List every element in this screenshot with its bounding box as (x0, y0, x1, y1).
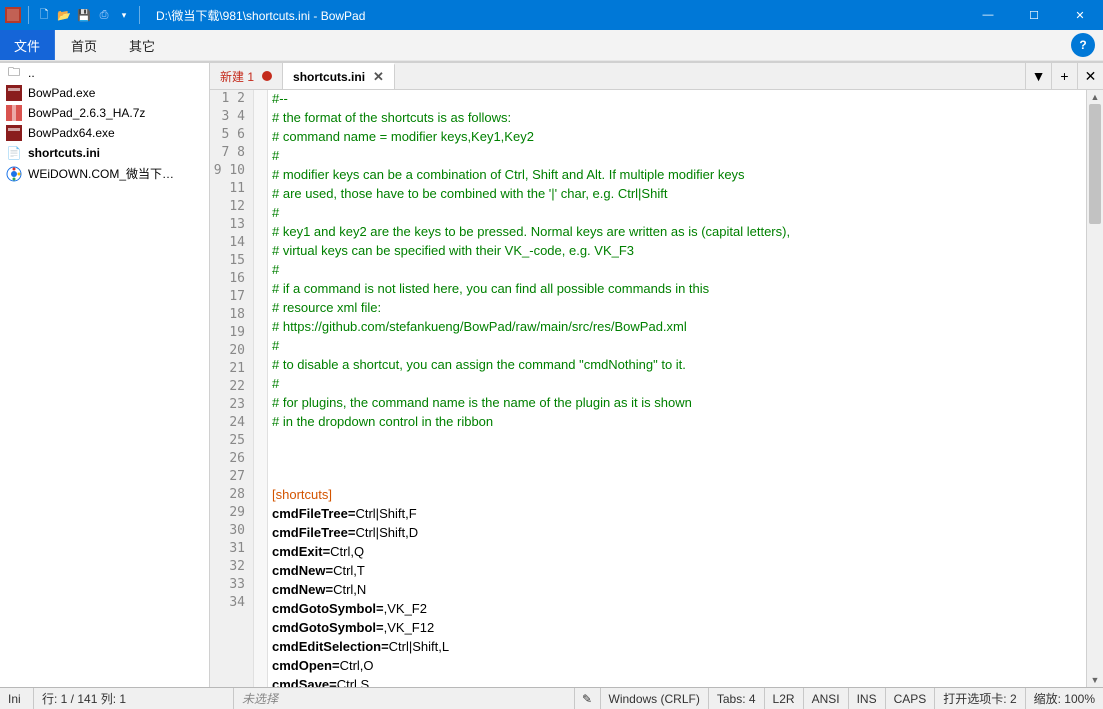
close-tab-button[interactable]: ✕ (1077, 63, 1103, 89)
status-open-tabs: 打开选项卡: 2 (935, 688, 1025, 709)
scroll-up-icon[interactable]: ▲ (1087, 90, 1103, 104)
tab-close-icon[interactable]: ✕ (373, 69, 384, 85)
file-tree-label: BowPad.exe (28, 86, 95, 100)
main-area: 🗀.. BowPad.exe BowPad_2.6.3_HA.7z BowPadx64… (0, 62, 1103, 687)
titlebar: 🗋 📂 💾 ⎙ ▾ D:\微当下载\981\shortcuts.ini - Bo… (0, 0, 1103, 30)
tab-strip: 新建 1 shortcuts.ini ✕ ▼ + ✕ (210, 63, 1103, 90)
status-brush-icon[interactable]: ✎ (575, 688, 601, 709)
status-selection: 未选择 (234, 688, 575, 709)
scroll-thumb[interactable] (1089, 104, 1101, 224)
file-tree-item[interactable]: WEiDOWN.COM_微当下… (0, 163, 209, 184)
file-tree-label: .. (28, 66, 35, 80)
minimize-button[interactable]: — (965, 0, 1011, 30)
qat-open-icon[interactable]: 📂 (55, 6, 73, 24)
file-tree-label: BowPad_2.6.3_HA.7z (28, 106, 145, 120)
status-bar: Ini 行: 1 / 141 列: 1 未选择 ✎ Windows (CRLF)… (0, 687, 1103, 709)
file-tree-item[interactable]: 🗀.. (0, 63, 209, 83)
file-tree-label: BowPadx64.exe (28, 126, 115, 140)
window-controls: — ☐ ✕ (965, 0, 1103, 30)
status-encoding[interactable]: ANSI (804, 688, 849, 709)
separator (28, 6, 29, 24)
vertical-scrollbar[interactable]: ▲ ▼ (1086, 90, 1103, 687)
line-number-gutter: 1 2 3 4 5 6 7 8 9 10 11 12 13 14 15 16 1… (210, 90, 254, 687)
status-caps: CAPS (886, 688, 936, 709)
url-icon (6, 166, 22, 182)
window-title: D:\微当下载\981\shortcuts.ini - BowPad (156, 7, 965, 24)
tab-shortcuts-ini[interactable]: shortcuts.ini ✕ (283, 63, 395, 89)
tab-label: 新建 1 (220, 68, 254, 85)
tab-label: shortcuts.ini (293, 70, 365, 84)
file-tree-item[interactable]: BowPad.exe (0, 83, 209, 103)
code-editor[interactable]: 1 2 3 4 5 6 7 8 9 10 11 12 13 14 15 16 1… (210, 90, 1103, 687)
file-tree-item[interactable]: BowPad_2.6.3_HA.7z (0, 103, 209, 123)
help-button[interactable]: ? (1071, 33, 1095, 57)
qat-save-icon[interactable]: 💾 (75, 6, 93, 24)
modified-dot-icon (262, 71, 272, 81)
ribbon-bar: 文件 首页 其它 ? (0, 30, 1103, 60)
zip-icon (6, 105, 22, 121)
file-tree-label: shortcuts.ini (28, 146, 100, 160)
qat-dropdown-icon[interactable]: ▾ (115, 6, 133, 24)
folder-up-icon: 🗀 (6, 65, 22, 81)
status-position: 行: 1 / 141 列: 1 (34, 688, 234, 709)
qat-new-icon[interactable]: 🗋 (35, 6, 53, 24)
code-content[interactable]: #-- # the format of the shortcuts is as … (268, 90, 1086, 687)
fold-gutter (254, 90, 268, 687)
close-button[interactable]: ✕ (1057, 0, 1103, 30)
quick-access-toolbar: 🗋 📂 💾 ⎙ ▾ (0, 6, 148, 24)
maximize-button[interactable]: ☐ (1011, 0, 1057, 30)
qat-saveall-icon[interactable]: ⎙ (95, 6, 113, 24)
file-tree-label: WEiDOWN.COM_微当下… (28, 165, 174, 182)
status-insert-mode[interactable]: INS (849, 688, 886, 709)
app-icon (4, 6, 22, 24)
file-tree-item[interactable]: BowPadx64.exe (0, 123, 209, 143)
ini-icon: 📄 (6, 145, 22, 161)
file-tree[interactable]: 🗀.. BowPad.exe BowPad_2.6.3_HA.7z BowPadx64… (0, 63, 210, 687)
ribbon-tab-other[interactable]: 其它 (113, 30, 171, 60)
new-tab-button[interactable]: + (1051, 63, 1077, 89)
exe-icon (6, 125, 22, 141)
status-eol[interactable]: Windows (CRLF) (601, 688, 709, 709)
editor-area: 新建 1 shortcuts.ini ✕ ▼ + ✕ 1 2 3 4 5 6 7… (210, 63, 1103, 687)
status-zoom[interactable]: 缩放: 100% (1026, 688, 1103, 709)
file-tree-item[interactable]: 📄 shortcuts.ini (0, 143, 209, 163)
scroll-down-icon[interactable]: ▼ (1087, 673, 1103, 687)
separator (139, 6, 140, 24)
status-language[interactable]: Ini (0, 688, 34, 709)
tab-list-dropdown[interactable]: ▼ (1025, 63, 1051, 89)
ribbon-tabs: 首页 其它 ? (55, 30, 1103, 60)
status-direction[interactable]: L2R (765, 688, 804, 709)
tab-new-1[interactable]: 新建 1 (210, 63, 283, 89)
file-menu[interactable]: 文件 (0, 30, 55, 60)
status-tabs[interactable]: Tabs: 4 (709, 688, 765, 709)
ribbon-tab-home[interactable]: 首页 (55, 30, 113, 60)
exe-icon (6, 85, 22, 101)
